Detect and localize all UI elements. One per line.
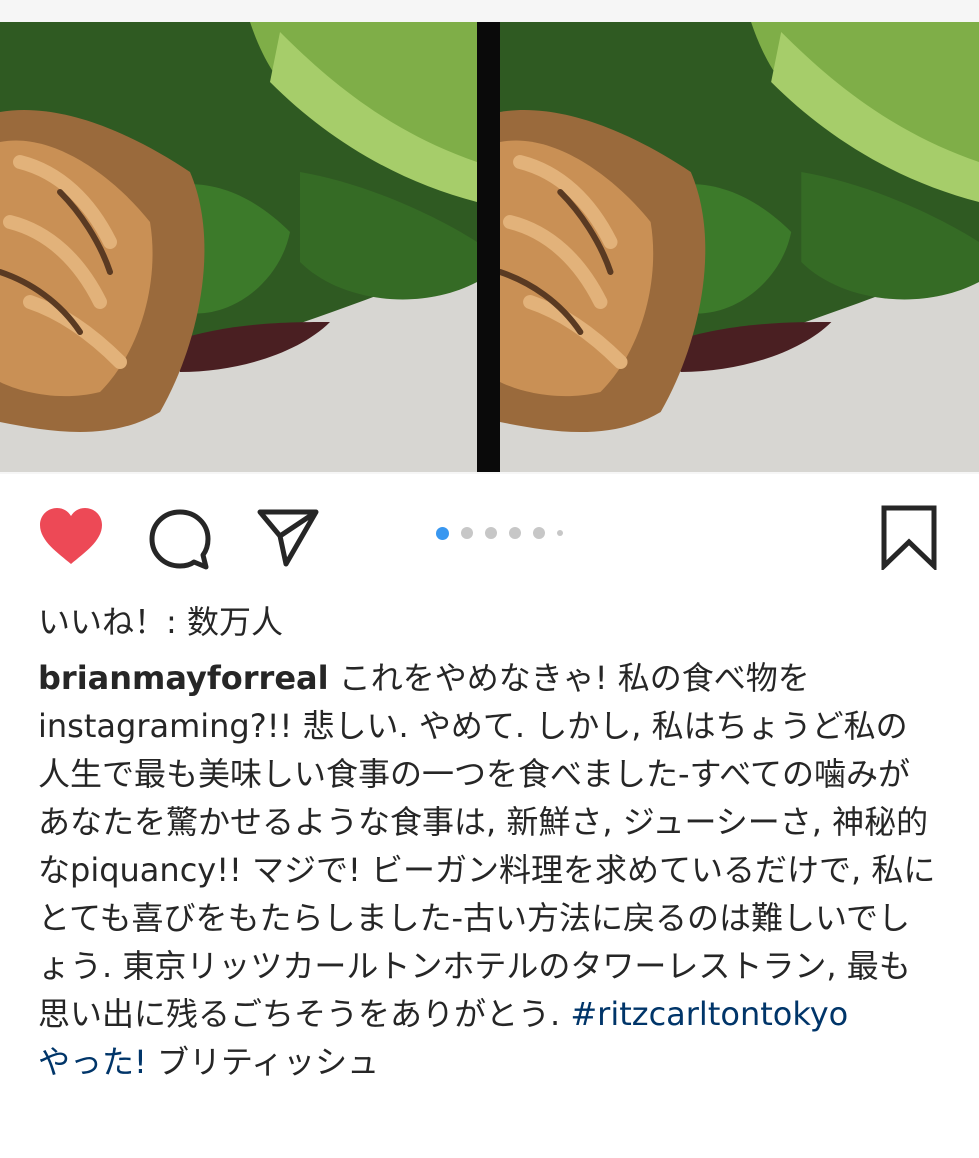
post-photo[interactable] [0, 22, 477, 472]
caption-tail: ブリティッシュ [146, 1043, 380, 1081]
carousel-divider [477, 22, 500, 472]
carousel-dot [461, 527, 473, 539]
carousel-dot [557, 530, 563, 536]
likes-count[interactable]: いいね！: 数万人 [38, 600, 283, 644]
carousel-dot [485, 527, 497, 539]
comment-icon[interactable] [148, 508, 212, 572]
post-media[interactable] [0, 0, 979, 474]
share-icon[interactable] [256, 504, 320, 568]
caption-link[interactable]: やった! [38, 1043, 147, 1081]
caption-username[interactable]: brianmayforreal [38, 659, 329, 697]
food-photo-image [0, 22, 477, 472]
carousel-dot [436, 526, 449, 540]
carousel-dot [533, 527, 545, 539]
bookmark-icon[interactable] [880, 504, 938, 570]
post-caption: brianmayforreal これをやめなきゃ! 私の食べ物をinstagra… [38, 654, 938, 1086]
post-action-bar [0, 474, 979, 594]
caption-body: これをやめなきゃ! 私の食べ物をinstagraming?!! 悲しい. やめて… [38, 659, 936, 1033]
heart-icon[interactable] [38, 506, 104, 566]
hashtag-link[interactable]: #ritzcarltontokyo [570, 995, 848, 1033]
post-photo-next[interactable] [500, 22, 979, 472]
food-photo-image [500, 22, 979, 472]
carousel-dot [509, 527, 521, 539]
